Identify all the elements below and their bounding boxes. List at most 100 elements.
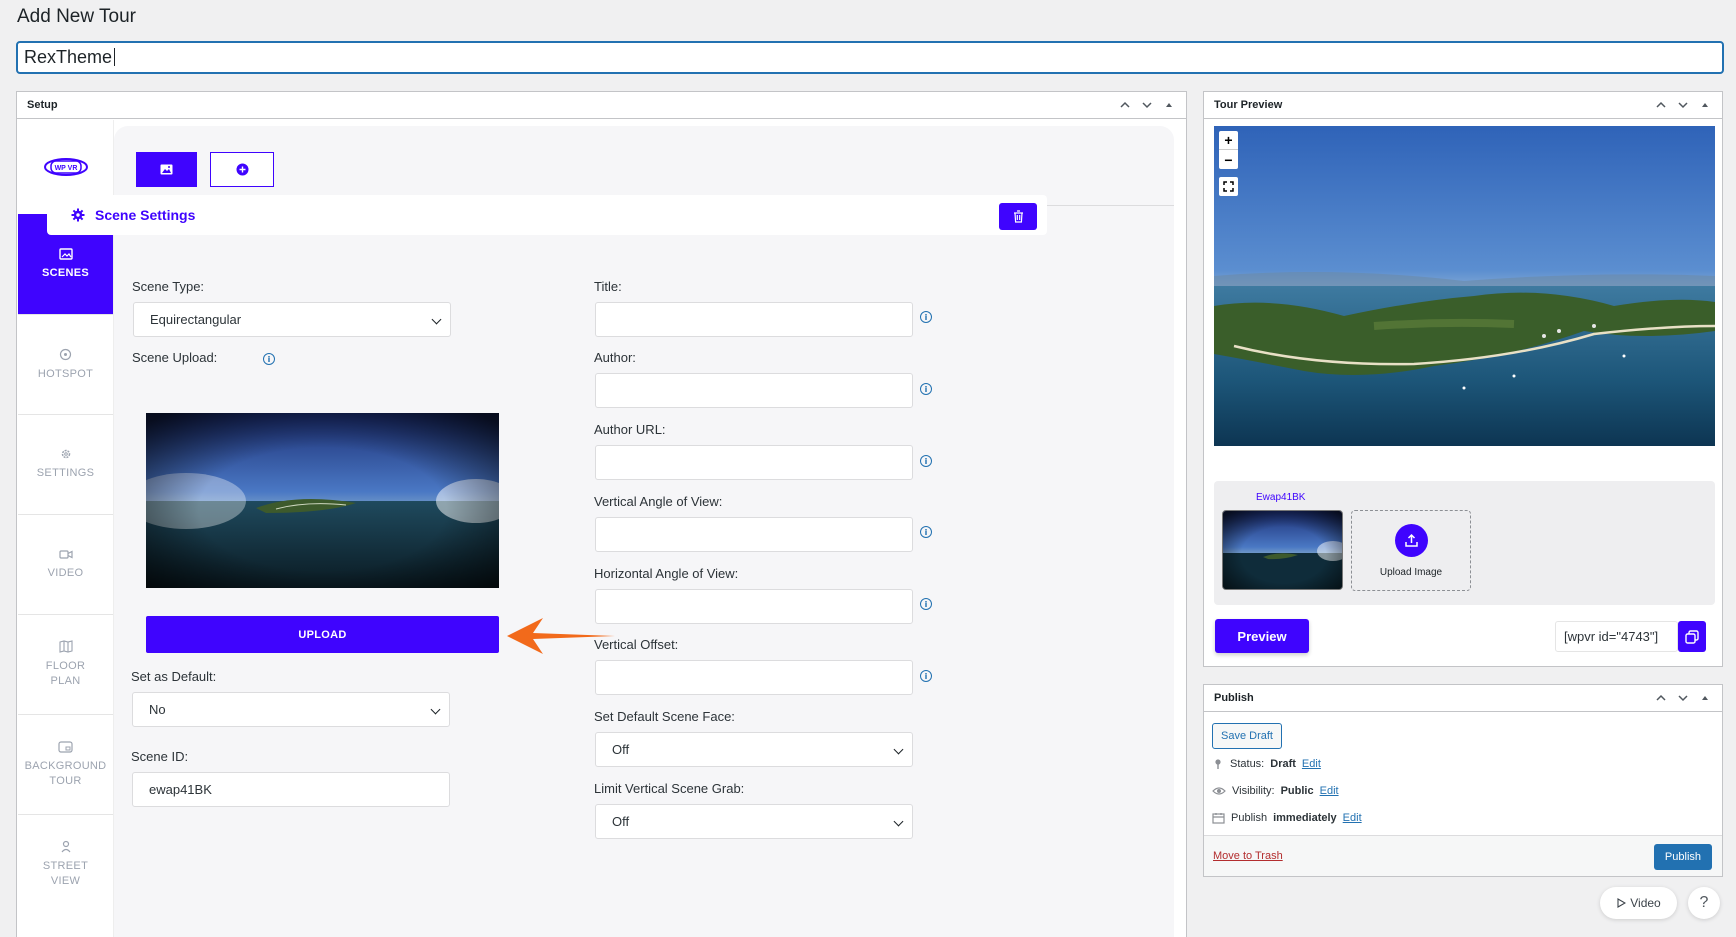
publish-panel: Publish Save Draft Status: Draft Edit Vi… bbox=[1203, 684, 1723, 877]
status-row: Status: Draft Edit bbox=[1212, 758, 1321, 770]
publish-value: immediately bbox=[1273, 812, 1337, 824]
visibility-row: Visibility: Public Edit bbox=[1212, 785, 1339, 797]
collapse-toggle-icon[interactable] bbox=[1698, 691, 1712, 705]
scene-thumbnail[interactable] bbox=[1222, 510, 1343, 590]
video-label: Video bbox=[1630, 896, 1661, 910]
collapse-toggle-icon[interactable] bbox=[1162, 98, 1176, 112]
sidebar-label: SETTINGS bbox=[36, 467, 95, 479]
vertical-offset-input[interactable] bbox=[595, 660, 913, 695]
eye-icon bbox=[1212, 787, 1226, 795]
sidebar-label: HOTSPOT bbox=[37, 367, 94, 380]
status-edit-link[interactable]: Edit bbox=[1302, 758, 1321, 770]
set-default-select[interactable]: No bbox=[132, 692, 450, 727]
scene-list: Ewap41BK Upload Image bbox=[1214, 481, 1715, 605]
publish-header: Publish bbox=[1204, 685, 1722, 712]
zoom-in-button[interactable]: + bbox=[1219, 131, 1238, 150]
sidebar-item-settings[interactable]: SETTINGS bbox=[18, 414, 113, 514]
chevron-down-icon[interactable] bbox=[1676, 98, 1690, 112]
tour-preview-header: Tour Preview bbox=[1204, 92, 1722, 119]
upload-circle bbox=[1394, 523, 1428, 557]
add-scene-tab[interactable] bbox=[210, 152, 274, 187]
delete-scene-button[interactable] bbox=[999, 203, 1037, 230]
scene-settings-header: Scene Settings bbox=[47, 195, 1047, 235]
scene-id-label: Scene ID: bbox=[131, 749, 189, 764]
scene-image-tab[interactable] bbox=[136, 152, 197, 187]
move-to-trash-link[interactable]: Move to Trash bbox=[1213, 850, 1283, 862]
scene-id-value: ewap41BK bbox=[149, 782, 212, 797]
default-face-label: Set Default Scene Face: bbox=[594, 709, 735, 724]
sidebar-item-video[interactable]: VIDEO bbox=[18, 514, 113, 614]
text-caret bbox=[114, 48, 116, 66]
tour-title-input[interactable]: RexTheme bbox=[16, 41, 1724, 74]
author-url-input[interactable] bbox=[595, 445, 913, 480]
video-help-button[interactable]: Video bbox=[1600, 887, 1677, 919]
save-draft-button[interactable]: Save Draft bbox=[1212, 723, 1282, 749]
copy-icon bbox=[1685, 629, 1699, 644]
visibility-value: Public bbox=[1280, 785, 1314, 797]
set-default-value: No bbox=[149, 702, 166, 717]
sidebar-label: VIDEO bbox=[47, 566, 84, 579]
info-icon[interactable]: i bbox=[920, 598, 932, 610]
svg-text:WP VR: WP VR bbox=[54, 165, 77, 172]
author-label: Author: bbox=[594, 350, 636, 365]
publish-date-edit-link[interactable]: Edit bbox=[1343, 812, 1362, 824]
shortcode-field[interactable]: [wpvr id="4743"] bbox=[1555, 621, 1678, 652]
fullscreen-button[interactable] bbox=[1219, 177, 1238, 196]
preview-button[interactable]: Preview bbox=[1215, 619, 1309, 653]
tour-preview-panel: Tour Preview + − Ewap41BK Upload Image P… bbox=[1203, 91, 1723, 667]
info-icon[interactable]: i bbox=[920, 311, 932, 323]
chevron-down-icon[interactable] bbox=[1140, 98, 1154, 112]
scene-type-label: Scene Type: bbox=[132, 279, 205, 294]
upload-button[interactable]: UPLOAD bbox=[146, 616, 499, 653]
image-icon bbox=[160, 164, 173, 175]
setup-sidebar: WP VR SCENES HOTSPOT SETTINGS VIDEO FLOO… bbox=[18, 120, 114, 937]
aerial-island-image bbox=[1214, 126, 1715, 446]
info-icon[interactable]: i bbox=[920, 383, 932, 395]
fullscreen-icon bbox=[1223, 181, 1234, 192]
limit-grab-label: Limit Vertical Scene Grab: bbox=[594, 781, 745, 796]
picture-icon bbox=[58, 740, 73, 753]
calendar-icon bbox=[1212, 813, 1225, 824]
sidebar-item-floor-plan[interactable]: FLOOR PLAN bbox=[18, 614, 113, 714]
copy-shortcode-button[interactable] bbox=[1678, 621, 1706, 652]
publish-title: Publish bbox=[1214, 692, 1254, 704]
target-icon bbox=[59, 348, 72, 360]
video-icon bbox=[58, 549, 73, 559]
limit-grab-select[interactable]: Off bbox=[595, 804, 913, 839]
info-icon[interactable]: i bbox=[920, 670, 932, 682]
image-icon bbox=[58, 247, 73, 260]
zoom-out-button[interactable]: − bbox=[1219, 150, 1238, 169]
publish-button[interactable]: Publish bbox=[1653, 844, 1712, 870]
scene-type-select[interactable]: Equirectangular bbox=[133, 302, 451, 337]
publish-label: Publish bbox=[1231, 812, 1268, 824]
chevron-up-icon[interactable] bbox=[1118, 98, 1132, 112]
info-icon[interactable]: i bbox=[920, 455, 932, 467]
scene-id-input[interactable]: ewap41BK bbox=[132, 772, 450, 807]
scene-type-value: Equirectangular bbox=[150, 312, 242, 327]
author-input[interactable] bbox=[595, 373, 913, 408]
default-face-value: Off bbox=[612, 742, 630, 757]
upload-icon bbox=[1404, 533, 1418, 547]
sidebar-item-street-view[interactable]: STREET VIEW bbox=[18, 814, 113, 914]
scene-thumbnail-image bbox=[1223, 511, 1342, 589]
chevron-down-icon[interactable] bbox=[1676, 691, 1690, 705]
sidebar-item-background-tour[interactable]: BACKGROUND TOUR bbox=[18, 714, 113, 814]
info-icon[interactable]: i bbox=[263, 353, 275, 365]
upload-image-box[interactable]: Upload Image bbox=[1351, 510, 1471, 591]
collapse-toggle-icon[interactable] bbox=[1698, 98, 1712, 112]
help-button[interactable]: ? bbox=[1688, 887, 1720, 919]
vertical-angle-input[interactable] bbox=[595, 517, 913, 552]
horizontal-angle-input[interactable] bbox=[595, 589, 913, 624]
title-input[interactable] bbox=[595, 302, 913, 337]
info-icon[interactable]: i bbox=[920, 526, 932, 538]
scene-name-label[interactable]: Ewap41BK bbox=[1256, 492, 1305, 503]
chevron-up-icon[interactable] bbox=[1654, 98, 1668, 112]
sidebar-item-hotspot[interactable]: HOTSPOT bbox=[18, 314, 113, 414]
tour-preview-viewer[interactable]: + − bbox=[1214, 126, 1715, 446]
default-face-select[interactable]: Off bbox=[595, 732, 913, 767]
publish-date-row: Publish immediately Edit bbox=[1212, 812, 1362, 824]
chevron-up-icon[interactable] bbox=[1654, 691, 1668, 705]
visibility-edit-link[interactable]: Edit bbox=[1320, 785, 1339, 797]
set-default-label: Set as Default: bbox=[131, 669, 217, 684]
title-label: Title: bbox=[594, 279, 622, 294]
